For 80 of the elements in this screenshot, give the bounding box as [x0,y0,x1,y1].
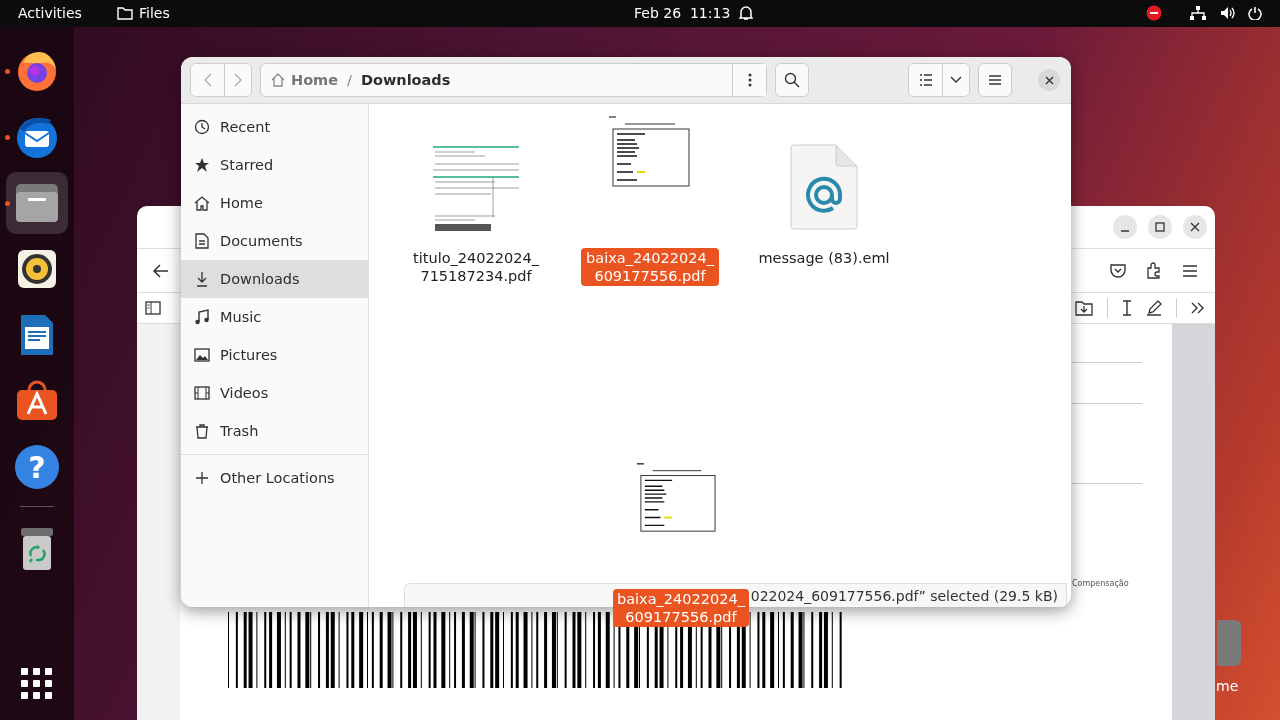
volume-icon[interactable] [1220,6,1236,20]
view-options-button[interactable] [942,64,969,96]
menu-icon [989,75,1001,85]
sidebar-item[interactable]: Other Locations [181,459,368,497]
browser-icon[interactable] [15,49,59,93]
sidebar-item[interactable]: Recent [181,108,368,146]
sidebar-item[interactable]: Pictures [181,336,368,374]
clock[interactable]: Feb 26 11:13 [634,5,731,21]
email-file-icon [790,144,858,230]
search-button[interactable] [775,63,809,97]
dragged-file-name: baixa_24022024_ 609177556.pdf [613,589,749,627]
dock-item[interactable] [6,172,68,234]
download-icon [194,271,210,287]
network-icon[interactable] [1190,6,1206,20]
list-view-icon [918,74,933,86]
running-indicator [5,201,10,206]
film-icon [194,385,210,401]
running-indicator [5,69,10,74]
plus-icon [194,470,210,486]
power-icon[interactable] [1248,6,1262,20]
clock-icon [194,119,210,135]
running-indicator [5,135,10,140]
menu-icon[interactable] [1182,264,1198,277]
kebab-icon [747,73,752,87]
chevron-left-icon [203,73,212,87]
save-icon[interactable] [1075,300,1093,316]
close-button[interactable] [1183,215,1207,239]
path-segment[interactable]: Home [291,72,339,88]
sidebar-item[interactable]: Documents [181,222,368,260]
folder-icon [117,6,133,20]
pocket-icon[interactable] [1110,263,1126,278]
star-icon [194,157,210,173]
desktop-icon-label[interactable]: me [1216,678,1239,694]
close-button[interactable] [1038,69,1060,91]
trash-icon [194,423,210,439]
sidebar-toggle-icon[interactable] [145,301,161,315]
file-name[interactable]: message (83).eml [753,248,895,268]
home-icon [271,73,285,87]
back-arrow-icon[interactable] [153,263,169,278]
path-segment[interactable]: Downloads [360,72,451,88]
status-text: 022024_609177556.pdf” selected (29.5 kB) [750,587,1058,604]
music-note-icon [194,309,210,325]
home-icon [194,195,210,211]
sidebar-item[interactable]: Downloads [181,260,368,298]
maximize-icon [1155,222,1165,232]
search-icon [784,72,800,88]
music-player-icon[interactable] [17,249,57,289]
field-label: Compensação [1072,579,1129,588]
bell-icon[interactable] [739,5,753,21]
path-separator: / [347,72,352,88]
document-icon [194,233,210,249]
sidebar-item[interactable]: Music [181,298,368,336]
text-cursor-icon[interactable] [1122,300,1132,316]
puzzle-piece-icon[interactable] [1146,262,1162,279]
file-manager-icon[interactable] [14,182,60,224]
sidebar-item[interactable]: Trash [181,412,368,450]
close-icon [1190,222,1200,232]
file-name[interactable]: baixa_24022024_ 609177556.pdf [581,248,719,286]
minimize-button[interactable] [1113,215,1137,239]
pencil-icon[interactable] [1146,300,1162,316]
app-store-icon[interactable] [15,380,59,422]
minimize-icon [1120,230,1130,232]
sidebar-item[interactable]: Starred [181,146,368,184]
maximize-button[interactable] [1148,215,1172,239]
chevrons-icon[interactable] [1191,302,1205,314]
sidebar-item[interactable]: Videos [181,374,368,412]
image-icon [194,347,210,363]
app-menu[interactable]: Files [117,5,170,21]
sidebar-item[interactable]: Home [181,184,368,222]
close-icon [1044,75,1054,85]
chevron-right-icon [234,73,242,87]
help-icon[interactable]: ? [15,445,59,489]
main-menu-button[interactable] [978,63,1012,97]
stop-icon[interactable] [1146,5,1162,21]
file-name[interactable]: titulo_24022024_ 715187234.pdf [408,248,544,286]
caret-icon [950,76,962,84]
app-grid-icon[interactable] [21,668,53,700]
document-editor-icon[interactable] [19,313,55,357]
activities-button[interactable]: Activities [18,5,82,21]
dock-item[interactable]: ? [6,441,68,493]
